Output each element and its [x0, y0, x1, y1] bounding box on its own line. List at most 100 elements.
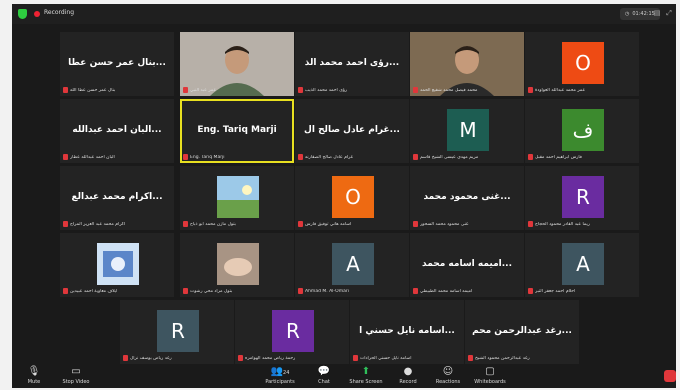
participant-tile[interactable]: ايلاف معاوية احمد عبيدين	[60, 233, 174, 297]
participant-tile[interactable]: Eng. Tariq Marji Eng. Tariq Marji	[180, 99, 294, 163]
participant-caption: اكرام محمد عبد العزيز المراج	[63, 220, 171, 228]
participants-icon: 👥24	[270, 366, 290, 377]
participant-caption-text: اسامه نايل حسني الحرادات	[360, 355, 412, 361]
participant-name: ...رؤى احمد محمد الذ	[304, 58, 400, 68]
participant-caption: رغد رياض يوسف نزال	[123, 354, 231, 362]
participant-caption: رؤى احمد محمد الذيب	[298, 86, 406, 94]
participant-tile[interactable]: A احلام احمد جعفر التبر	[525, 233, 639, 297]
muted-mic-icon	[413, 154, 418, 160]
participant-name: ...بنال عمر حسن عطا	[68, 58, 166, 68]
reactions-button[interactable]: ☺ Reactions	[428, 366, 468, 385]
muted-mic-icon	[183, 87, 188, 93]
participant-tile[interactable]: O عمر محمد عبدالله العواودة	[525, 32, 639, 96]
participant-name: ...اكرام محمد عبدالع	[71, 192, 163, 202]
participant-tile[interactable]: ...غرام عادل صالح ال غرام عادل صالح الصقا…	[295, 99, 409, 163]
participant-caption-text: اميمه اسامه محمد الطبيطي	[420, 288, 473, 294]
participant-tile[interactable]: بتول مراد محي رشوت	[180, 233, 294, 297]
participant-grid: ...بنال عمر حسن عطا بنال عمر حسن عطا الله…	[12, 4, 676, 388]
participant-caption: بتول مازن محمد ابو ذباح	[183, 220, 291, 228]
avatar: ف	[562, 109, 604, 151]
muted-mic-icon	[183, 154, 188, 160]
participant-tile[interactable]: ...بنال عمر حسن عطا بنال عمر حسن عطا الله	[60, 32, 174, 96]
muted-mic-icon	[298, 288, 303, 294]
participant-caption-text: ريما عبد القادر محمود الحجاج	[535, 221, 590, 227]
participant-caption: عمر محمد عبدالله العواودة	[528, 86, 636, 94]
participant-caption: محمد فيصل محمد شفيع الحمد	[413, 86, 521, 94]
participant-tile[interactable]: ...رؤى احمد محمد الذ رؤى احمد محمد الذيب	[295, 32, 409, 96]
participant-tile[interactable]: A Ahmad M. Al-Omari	[295, 233, 409, 297]
participant-tile[interactable]: ...اسامه نايل حسني ا اسامه نايل حسني الحر…	[350, 300, 464, 364]
participant-caption: رغد عبدالرحمن محمود الشيخ	[468, 354, 576, 362]
share-screen-icon: ⬆	[361, 366, 371, 377]
participants-button[interactable]: 👥24 Participants	[260, 366, 300, 385]
participant-tile[interactable]: ...البان احمد عبدالله البان احمد عبدالله …	[60, 99, 174, 163]
participants-label: Participants	[265, 379, 295, 385]
participant-tile[interactable]: M مريم مهدي عيسى الشيخ قاسم	[410, 99, 524, 163]
participant-tile[interactable]: R رحمة رياض محمد الهوامره	[235, 300, 349, 364]
participant-caption: بنال عمر حسن عطا الله	[63, 86, 171, 94]
meeting-toolbar: 🎙 Mute ▭ Stop Video 👥24 Participants 💬 Chat …	[12, 364, 676, 388]
participant-caption-text: ايلاف معاوية احمد عبيدين	[70, 288, 118, 294]
muted-mic-icon	[413, 288, 418, 294]
participant-caption-text: غنى محمود محمد السحور	[420, 221, 469, 227]
muted-mic-icon	[123, 355, 128, 361]
zoom-window: Recording ◷ 01:42:15 ▤ ⤢ ...بنال عمر حسن…	[12, 4, 676, 388]
avatar: O	[332, 176, 374, 218]
participant-tile[interactable]: بتول مازن محمد ابو ذباح	[180, 166, 294, 230]
participant-tile[interactable]: ...غنى محمود محمد غنى محمود محمد السحور	[410, 166, 524, 230]
participant-caption: مريم مهدي عيسى الشيخ قاسم	[413, 153, 521, 161]
mute-label: Mute	[27, 379, 41, 385]
whiteboards-label: Whiteboards	[474, 379, 506, 385]
whiteboards-button[interactable]: ▢ Whiteboards	[470, 366, 510, 385]
chat-button[interactable]: 💬 Chat	[304, 366, 344, 385]
participant-caption: اميمه اسامه محمد الطبيطي	[413, 287, 521, 295]
participant-tile[interactable]: عمر عبد النبي	[180, 32, 294, 96]
participant-caption-text: احلام احمد جعفر التبر	[535, 288, 576, 294]
muted-mic-icon	[528, 154, 533, 160]
muted-mic-icon	[413, 87, 418, 93]
participant-caption-text: مريم مهدي عيسى الشيخ قاسم	[420, 154, 479, 160]
participant-tile[interactable]: O اسامه هاني توفيق فارس	[295, 166, 409, 230]
participant-tile[interactable]: R ريما عبد القادر محمود الحجاج	[525, 166, 639, 230]
participant-caption: عمر عبد النبي	[183, 86, 291, 94]
participant-caption: ايلاف معاوية احمد عبيدين	[63, 287, 171, 295]
muted-mic-icon	[298, 221, 303, 227]
participant-tile[interactable]: ف فارس ابراهيم احمد مقبل	[525, 99, 639, 163]
participant-caption: اسامه هاني توفيق فارس	[298, 220, 406, 228]
muted-mic-icon	[63, 87, 68, 93]
stop-video-button[interactable]: ▭ Stop Video	[56, 366, 96, 385]
participant-caption-text: فارس ابراهيم احمد مقبل	[535, 154, 582, 160]
participant-caption: غرام عادل صالح الصقارنه	[298, 153, 406, 161]
participant-tile[interactable]: R رغد رياض يوسف نزال	[120, 300, 234, 364]
mute-button[interactable]: 🎙 Mute	[14, 366, 54, 385]
stop-video-label: Stop Video	[62, 379, 90, 385]
whiteboard-icon: ▢	[485, 366, 495, 377]
participant-caption: Eng. Tariq Marji	[183, 153, 291, 161]
record-button[interactable]: ● Record	[388, 366, 428, 385]
profile-picture	[217, 243, 259, 285]
participant-caption: بتول مراد محي رشوت	[183, 287, 291, 295]
reactions-label: Reactions	[435, 379, 461, 385]
participant-caption-text: غرام عادل صالح الصقارنه	[305, 154, 353, 160]
muted-mic-icon	[298, 87, 303, 93]
muted-mic-icon	[528, 87, 533, 93]
participants-count: 24	[283, 370, 290, 376]
avatar: R	[562, 176, 604, 218]
participant-tile[interactable]: ...رغد عبدالرحمن محم رغد عبدالرحمن محمود …	[465, 300, 579, 364]
muted-mic-icon	[298, 154, 303, 160]
avatar: A	[562, 243, 604, 285]
muted-mic-icon	[238, 355, 243, 361]
participant-caption-text: عمر عبد النبي	[190, 87, 217, 93]
share-screen-button[interactable]: ⬆ Share Screen	[346, 366, 386, 385]
participant-caption: ريما عبد القادر محمود الحجاج	[528, 220, 636, 228]
profile-picture	[217, 176, 259, 218]
end-meeting-button[interactable]	[664, 370, 676, 382]
participant-tile[interactable]: محمد فيصل محمد شفيع الحمد	[410, 32, 524, 96]
participant-tile[interactable]: ...اميمه اسامه محمد اميمه اسامه محمد الطب…	[410, 233, 524, 297]
participant-caption-text: اكرام محمد عبد العزيز المراج	[70, 221, 126, 227]
microphone-icon: 🎙	[27, 366, 41, 377]
muted-mic-icon	[63, 154, 68, 160]
participant-caption-text: بتول مازن محمد ابو ذباح	[190, 221, 236, 227]
participant-tile[interactable]: ...اكرام محمد عبدالع اكرام محمد عبد العزي…	[60, 166, 174, 230]
participant-name: ...غرام عادل صالح ال	[304, 125, 400, 135]
